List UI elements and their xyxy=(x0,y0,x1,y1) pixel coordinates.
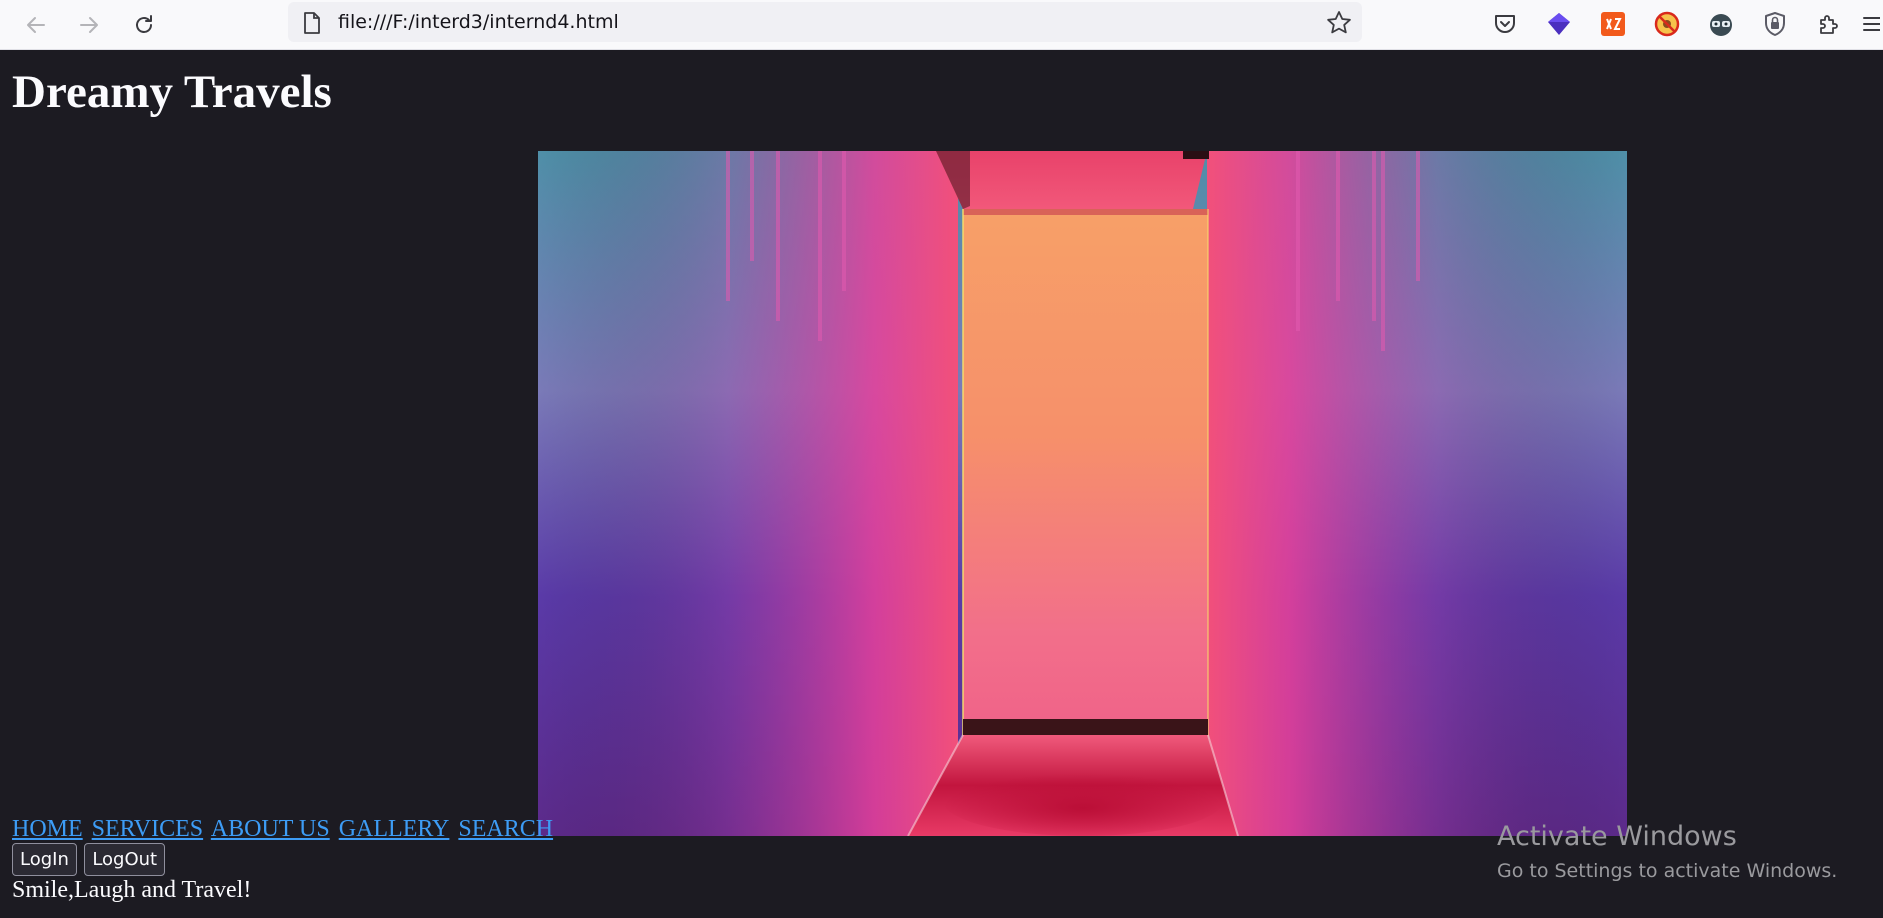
back-icon xyxy=(27,17,45,33)
extension-orange-icon xyxy=(1601,12,1625,36)
bookmark-star-icon[interactable] xyxy=(1326,10,1352,36)
extensions-button[interactable] xyxy=(1812,7,1846,41)
extension-spy-icon xyxy=(1710,14,1732,36)
extension-blocker-button[interactable] xyxy=(1650,7,1684,41)
menu-icon xyxy=(1862,17,1880,31)
nav-home-link[interactable]: HOME xyxy=(12,816,83,842)
site-title: Dreamy Travels xyxy=(12,66,332,118)
nav-about-us-link[interactable]: ABOUT US xyxy=(211,816,330,842)
nav-search-link[interactable]: SEARCH xyxy=(458,816,553,842)
extension-purple-icon xyxy=(1548,13,1570,35)
extension-orange-button[interactable] xyxy=(1596,7,1630,41)
extension-spy-button[interactable] xyxy=(1704,7,1738,41)
tagline: Smile,Laugh and Travel! xyxy=(12,877,252,903)
main-nav: HOME SERVICES ABOUT US GALLERY SEARCH xyxy=(12,815,556,843)
menu-button[interactable] xyxy=(1858,7,1883,41)
nav-services-link[interactable]: SERVICES xyxy=(92,816,203,842)
shield-button[interactable] xyxy=(1758,7,1792,41)
pocket-icon xyxy=(1495,15,1515,33)
reload-button[interactable] xyxy=(127,8,161,42)
page-icon xyxy=(304,12,320,34)
url-bar[interactable]: file:///F:/interd3/internd4.html xyxy=(288,2,1362,42)
neon-corridor-image xyxy=(538,151,1627,836)
forward-icon xyxy=(80,17,98,33)
reload-icon xyxy=(136,15,152,33)
auth-buttons: LogIn LogOut xyxy=(12,843,168,876)
browser-toolbar: file:///F:/interd3/internd4.html xyxy=(0,0,1883,50)
nav-gallery-link[interactable]: GALLERY xyxy=(339,816,450,842)
extensions-puzzle-icon xyxy=(1820,15,1838,34)
activate-windows-watermark: Activate Windows Go to Settings to activ… xyxy=(1497,820,1837,884)
activate-windows-title: Activate Windows xyxy=(1497,821,1737,852)
shield-icon xyxy=(1765,12,1785,36)
url-text[interactable]: file:///F:/interd3/internd4.html xyxy=(338,12,619,32)
login-button[interactable]: LogIn xyxy=(12,843,77,876)
extension-purple-button[interactable] xyxy=(1542,7,1576,41)
pocket-button[interactable] xyxy=(1488,7,1522,41)
forward-button[interactable] xyxy=(72,8,106,42)
back-button[interactable] xyxy=(19,8,53,42)
extension-blocker-icon xyxy=(1654,11,1680,37)
activate-windows-subtitle: Go to Settings to activate Windows. xyxy=(1497,860,1838,882)
logout-button[interactable]: LogOut xyxy=(84,843,166,876)
